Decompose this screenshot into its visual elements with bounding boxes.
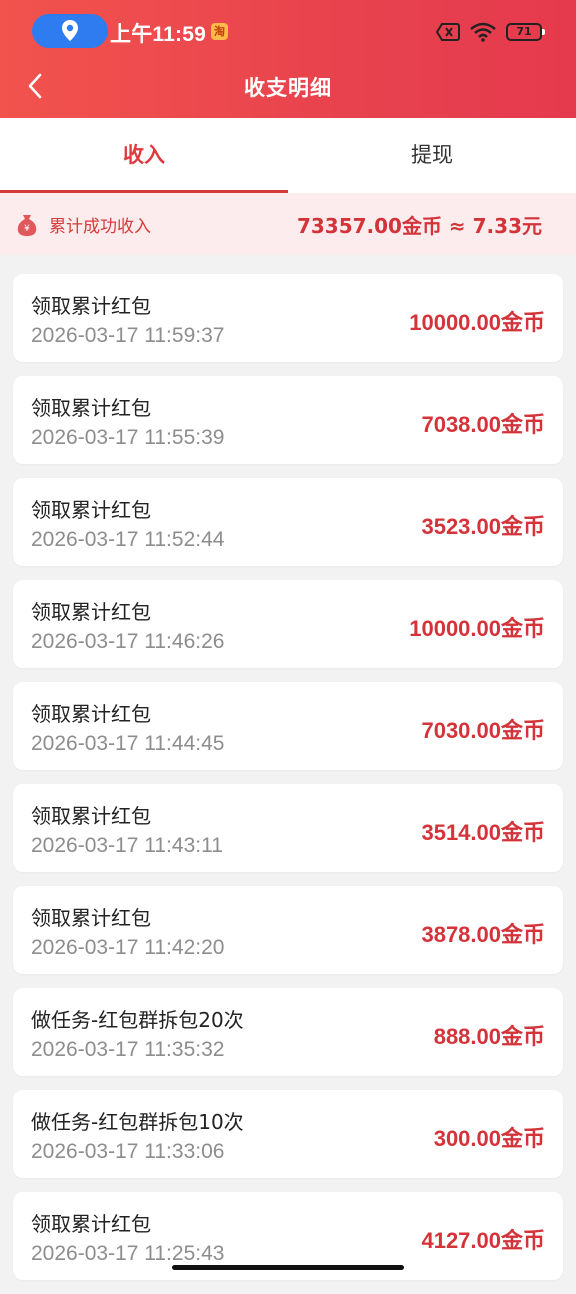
record-time: 2026-03-17 11:55:39 [31, 426, 225, 449]
record-item[interactable]: 领取累计红包 2026-03-17 11:42:20 3878.00金币 [13, 886, 563, 974]
battery-icon: 71 [506, 23, 545, 41]
record-time: 2026-03-17 11:33:06 [31, 1140, 225, 1163]
wifi-icon [470, 22, 496, 42]
record-time: 2026-03-17 11:52:44 [31, 528, 225, 551]
record-time: 2026-03-17 11:59:37 [31, 324, 225, 347]
record-amount: 7038.00金币 [421, 412, 545, 437]
record-time: 2026-03-17 11:46:26 [31, 630, 225, 653]
tab-withdraw[interactable]: 提现 [288, 118, 576, 193]
record-amount: 10000.00金币 [409, 310, 545, 335]
record-item[interactable]: 领取累计红包 2026-03-17 11:44:45 7030.00金币 [13, 682, 563, 770]
money-bag-icon: ¥ [16, 213, 38, 241]
tab-income[interactable]: 收入 [0, 118, 288, 193]
record-item[interactable]: 领取累计红包 2026-03-17 11:55:39 7038.00金币 [13, 376, 563, 464]
close-box-icon [436, 22, 460, 42]
record-item[interactable]: 领取累计红包 2026-03-17 11:46:26 10000.00金币 [13, 580, 563, 668]
page-title: 收支明细 [244, 76, 332, 100]
record-title: 领取累计红包 [31, 396, 151, 420]
record-time: 2026-03-17 11:44:45 [31, 732, 225, 755]
record-title: 领取累计红包 [31, 1212, 151, 1236]
svg-text:¥: ¥ [24, 224, 30, 234]
summary-value: 73357.00金币 ≈ 7.33元 [296, 214, 542, 238]
record-item[interactable]: 领取累计红包 2026-03-17 11:59:37 10000.00金币 [13, 274, 563, 362]
location-pin-icon [62, 20, 78, 41]
record-time: 2026-03-17 11:42:20 [31, 936, 225, 959]
tab-bar: 收入 提现 [0, 118, 576, 193]
record-item[interactable]: 做任务-红包群拆包20次 2026-03-17 11:35:32 888.00金… [13, 988, 563, 1076]
home-indicator[interactable] [172, 1265, 404, 1270]
summary-label: 累计成功收入 [49, 217, 151, 237]
record-amount: 888.00金币 [433, 1024, 545, 1049]
record-title: 做任务-红包群拆包10次 [31, 1110, 244, 1134]
record-amount: 3514.00金币 [421, 820, 545, 845]
record-time: 2026-03-17 11:35:32 [31, 1038, 225, 1061]
record-amount: 4127.00金币 [421, 1228, 545, 1253]
record-amount: 10000.00金币 [409, 616, 545, 641]
record-title: 领取累计红包 [31, 600, 151, 624]
record-amount: 7030.00金币 [421, 718, 545, 743]
record-title: 领取累计红包 [31, 498, 151, 522]
record-title: 领取累计红包 [31, 294, 151, 318]
income-record-list: 领取累计红包 2026-03-17 11:59:37 10000.00金币 领取… [13, 274, 563, 1294]
record-title: 领取累计红包 [31, 906, 151, 930]
record-item[interactable]: 做任务-红包群拆包10次 2026-03-17 11:33:06 300.00金… [13, 1090, 563, 1178]
record-amount: 3523.00金币 [421, 514, 545, 539]
taobao-app-badge: 淘 [211, 23, 228, 40]
record-item[interactable]: 领取累计红包 2026-03-17 11:52:44 3523.00金币 [13, 478, 563, 566]
header-bar: 上午11:59 淘 71 收支明细 [0, 0, 576, 118]
income-summary: ¥ 累计成功收入 73357.00金币 ≈ 7.33元 [0, 193, 576, 255]
location-pill[interactable] [32, 14, 108, 48]
record-item[interactable]: 领取累计红包 2026-03-17 11:43:11 3514.00金币 [13, 784, 563, 872]
record-title: 领取累计红包 [31, 702, 151, 726]
record-time: 2026-03-17 11:43:11 [31, 834, 223, 857]
record-title: 领取累计红包 [31, 804, 151, 828]
record-amount: 3878.00金币 [421, 922, 545, 947]
status-time: 上午11:59 [110, 23, 206, 46]
record-time: 2026-03-17 11:25:43 [31, 1242, 225, 1265]
record-amount: 300.00金币 [433, 1126, 545, 1151]
status-bar: 上午11:59 淘 71 [0, 12, 576, 50]
record-title: 做任务-红包群拆包20次 [31, 1008, 244, 1032]
status-icons: 71 [436, 20, 545, 44]
